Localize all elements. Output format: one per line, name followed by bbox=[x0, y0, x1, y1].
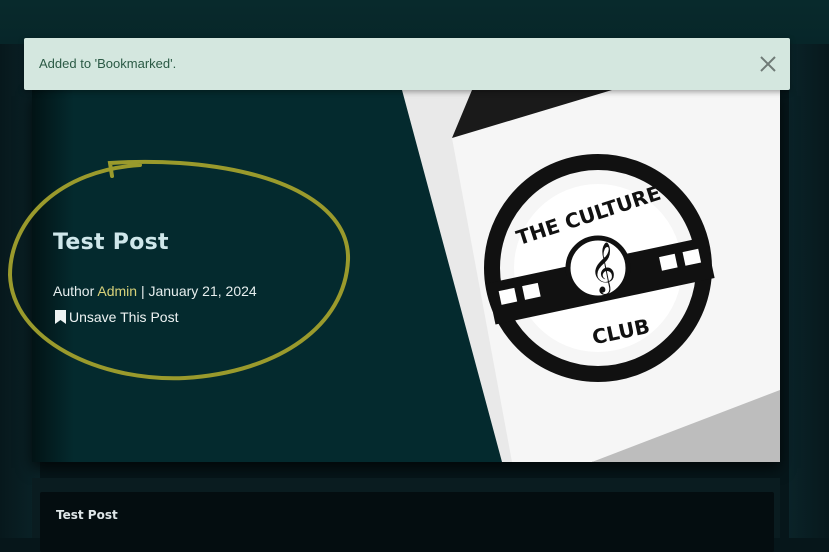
svg-text:𝄞: 𝄞 bbox=[590, 242, 616, 295]
unsave-label: Unsave This Post bbox=[69, 309, 179, 325]
post-card: Test Post bbox=[40, 492, 774, 552]
hero-image: 𝄞 THE CULTURE CLUB bbox=[402, 90, 780, 462]
post-title: Test Post bbox=[53, 230, 169, 255]
right-background bbox=[789, 44, 829, 538]
close-icon[interactable] bbox=[758, 54, 778, 74]
author-link[interactable]: Admin bbox=[97, 283, 137, 299]
post-date: January 21, 2024 bbox=[148, 283, 257, 299]
notification-toast: Added to 'Bookmarked'. bbox=[24, 38, 790, 90]
toast-message: Added to 'Bookmarked'. bbox=[39, 56, 177, 71]
bookmark-icon bbox=[55, 310, 66, 324]
post-meta: Author Admin | January 21, 2024 bbox=[53, 283, 257, 299]
hero-shade bbox=[32, 90, 74, 462]
post-hero: 𝄞 THE CULTURE CLUB Test Post Author Admi… bbox=[32, 90, 780, 462]
unsave-post-button[interactable]: Unsave This Post bbox=[55, 309, 178, 325]
author-prefix: Author bbox=[53, 283, 95, 299]
card-title: Test Post bbox=[56, 508, 118, 522]
meta-separator: | bbox=[140, 283, 145, 299]
